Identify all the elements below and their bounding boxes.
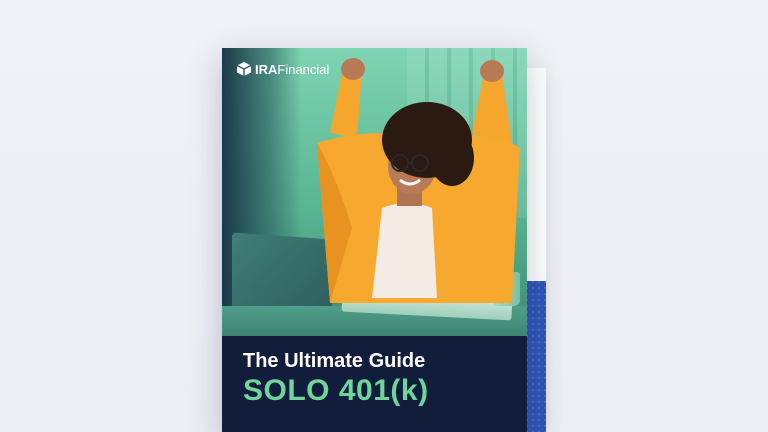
brand-name-bold: IRA [255,61,278,77]
brand-logo: IRAFinancial [236,61,329,77]
brand-name: IRAFinancial [255,62,329,77]
cube-icon [236,62,252,76]
cover-photo: IRAFinancial [222,48,527,336]
cover-subtitle: The Ultimate Guide [243,350,426,372]
brand-name-regular: Financial [277,61,330,77]
ebook-promo-graphic: IRAFinancial The Ultimate Guide SOLO 401… [0,0,768,432]
celebrating-woman-illustration [317,58,520,303]
cover-title-area: The Ultimate Guide SOLO 401(k) [222,336,527,432]
cover-title: SOLO 401(k) [243,374,429,407]
ebook-cover: IRAFinancial The Ultimate Guide SOLO 401… [222,48,527,432]
